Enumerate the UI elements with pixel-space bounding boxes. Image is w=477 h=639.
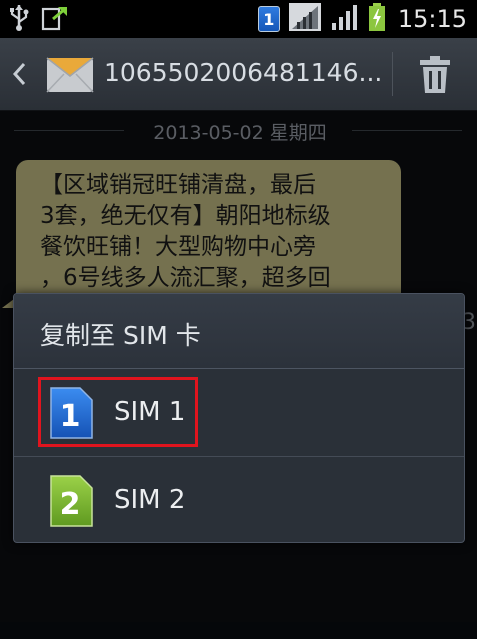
usb-icon [8,3,30,35]
copy-to-sim-dialog: 复制至 SIM 卡 1 SIM 1 2 SIM 2 [13,293,465,543]
status-bar: 1 15:15 [0,0,477,38]
option-label: SIM 1 [114,397,186,427]
sim2-card-icon: 2 [48,474,94,532]
dialog-title: 复制至 SIM 卡 [40,321,201,350]
contact-title[interactable]: 1065502006481146... [104,58,384,87]
option-sim1[interactable]: 1 SIM 1 [14,370,464,457]
option-sim2[interactable]: 2 SIM 2 [14,458,464,544]
battery-charging-icon [368,2,386,36]
envelope-icon [46,54,94,98]
svg-text:2: 2 [60,487,81,522]
trash-icon[interactable] [418,56,452,98]
divider [392,52,393,96]
sim1-badge-icon: 1 [257,6,280,32]
svg-text:1: 1 [60,399,81,434]
download-icon [40,3,70,35]
option-label: SIM 2 [114,485,186,515]
signal-icon [288,2,322,36]
action-bar: 1065502006481146... [0,38,477,111]
sim1-card-icon: 1 [48,386,94,444]
clock: 15:15 [397,5,467,33]
bottom-bar [0,622,477,639]
signal-icon [330,2,360,36]
back-icon[interactable] [10,60,28,92]
dialog-title-bar: 复制至 SIM 卡 [14,294,464,369]
